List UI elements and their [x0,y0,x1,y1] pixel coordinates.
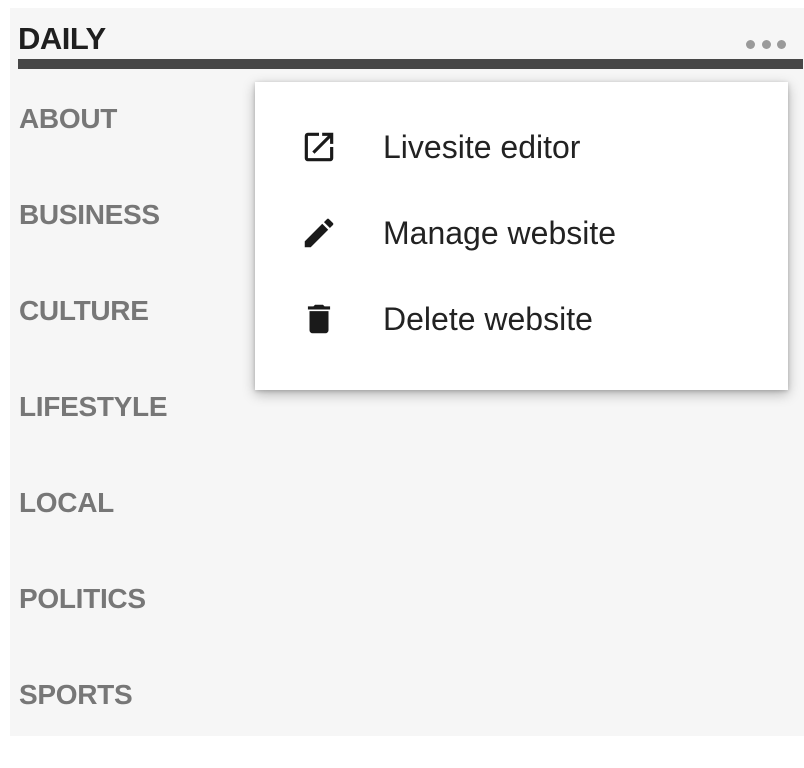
open-in-new-icon [299,127,339,167]
nav-item-lifestyle[interactable]: LIFESTYLE [19,384,168,480]
nav-item-business[interactable]: BUSINESS [19,192,167,288]
menu-item-livesite-editor[interactable]: Livesite editor [255,104,788,190]
nav-item-local[interactable]: LOCAL [19,480,167,576]
website-options-menu: Livesite editor Manage website Delete we… [255,82,788,390]
nav-item-about[interactable]: ABOUT [19,96,167,192]
header-divider [18,59,803,69]
site-title: DAILY [18,21,106,56]
nav-item-culture[interactable]: CULTURE [19,288,167,384]
more-horizontal-icon [746,39,755,49]
section-nav: ABOUT BUSINESS CULTURE LIFESTYLE LOCAL P… [19,96,168,768]
trash-icon [299,299,339,339]
menu-item-label: Livesite editor [383,128,581,165]
menu-item-label: Manage website [383,214,617,251]
nav-item-sports[interactable]: SPORTS [19,672,167,768]
menu-item-manage-website[interactable]: Manage website [255,190,788,276]
menu-item-delete-website[interactable]: Delete website [255,276,788,362]
more-horizontal-icon-dot [761,39,771,49]
pencil-icon [299,213,339,253]
nav-item-politics[interactable]: POLITICS [19,576,167,672]
more-options-button[interactable] [746,34,786,54]
more-horizontal-icon-dot [777,39,786,49]
menu-item-label: Delete website [383,300,593,337]
